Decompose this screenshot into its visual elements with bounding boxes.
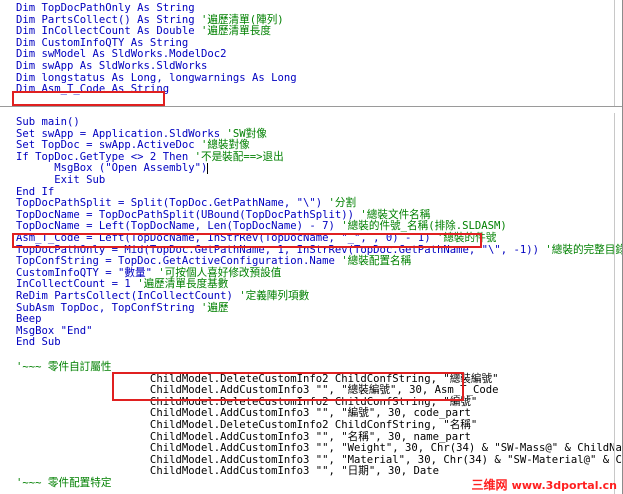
code-line[interactable]: If TopDoc.GetType <> 2 Then '不是裝配==>退出: [16, 151, 284, 163]
code-text: ChildModel.AddCustomInfo3 "", "Weight", …: [149, 442, 623, 455]
code-line[interactable]: TopDocPathSplit = Split(TopDoc.GetPathNa…: [16, 197, 356, 209]
code-text: Exit Sub: [16, 174, 106, 186]
scrollbar-edge: [614, 357, 615, 494]
code-line[interactable]: ChildModel.DeleteCustomInfo2 ChildConfSt…: [16, 419, 477, 431]
code-line[interactable]: End Sub: [16, 336, 61, 348]
code-comment: '~~~ 零件自訂屬性: [16, 361, 112, 373]
code-comment: '遍歷清單長度: [200, 25, 271, 38]
code-text: MsgBox "End": [16, 324, 93, 337]
code-line[interactable]: Dim InCollectCount As Double '遍歷清單長度: [16, 25, 271, 37]
scrollbar-edge: [614, 113, 615, 357]
code-text: SubAsm TopDoc, TopConfString: [16, 301, 201, 314]
code-line[interactable]: MsgBox ("Open Assembly"): [16, 162, 209, 175]
code-text: Set swApp = Application.SldWorks: [16, 127, 227, 140]
code-line[interactable]: CustomInfoQTY = "數量" '可按個人喜好修改預設值: [16, 267, 281, 279]
code-text: Sub main(): [16, 116, 80, 128]
code-text: CustomInfoQTY = "數量": [16, 266, 159, 279]
code-comment: '遍歷清單長度基數: [137, 278, 229, 291]
code-line[interactable]: ChildModel.AddCustomInfo3 "", "編號", 30, …: [16, 407, 471, 419]
code-text: ReDim PartsCollect(InCollectCount): [16, 290, 240, 302]
code-comment: '分割: [328, 197, 357, 210]
code-comment: 'SW對像: [226, 127, 267, 140]
code-line[interactable]: ChildModel.AddCustomInfo3 "", "Material"…: [16, 454, 623, 466]
code-line[interactable]: ChildModel.AddCustomInfo3 "", "日期", 30, …: [16, 465, 439, 477]
code-text: Set TopDoc = swApp.ActiveDoc: [16, 139, 201, 152]
code-text: Dim InCollectCount As Double: [16, 25, 201, 38]
code-comment: '遍歷清單(陣列): [200, 13, 284, 26]
highlight-custom-info-lines: [112, 372, 464, 401]
code-line[interactable]: Set swApp = Application.SldWorks 'SW對像: [16, 128, 267, 140]
code-comment: '總裝文件名稱: [360, 208, 431, 221]
code-line[interactable]: Dim PartsCollect() As String '遍歷清單(陣列): [16, 14, 284, 26]
code-line[interactable]: Set TopDoc = swApp.ActiveDoc '總裝對像: [16, 139, 250, 151]
code-comment: '可按個人喜好修改預設值: [158, 266, 282, 279]
code-line[interactable]: SubAsm TopDoc, TopConfString '遍歷: [16, 302, 229, 314]
code-text: ChildModel.AddCustomInfo3 "", "Material"…: [149, 453, 623, 466]
code-line[interactable]: '~~~ 零件配置特定: [16, 477, 111, 489]
code-text: End Sub: [16, 336, 61, 349]
code-line[interactable]: MsgBox "End": [16, 325, 93, 337]
code-line[interactable]: ChildModel.AddCustomInfo3 "", "名稱", 30, …: [16, 431, 471, 443]
code-comment: '~~~ 零件配置特定: [16, 477, 112, 489]
pane-divider: [0, 106, 623, 107]
scrollbar-edge: [614, 0, 615, 106]
code-text: ChildModel.AddCustomInfo3 "", "編號", 30, …: [16, 407, 471, 420]
code-text: Dim TopDocPathOnly As String: [16, 2, 195, 14]
code-line[interactable]: Beep: [16, 313, 42, 325]
watermark-cn: 三维网: [471, 478, 508, 492]
code-line[interactable]: TopDocName = Left(TopDocName, Len(TopDoc…: [16, 220, 507, 232]
code-comment: '總裝的件號_名稱(排除.SLDASM): [341, 220, 507, 233]
code-line[interactable]: Dim swModel As SldWorks.ModelDoc2: [16, 48, 226, 60]
code-text: Dim swModel As SldWorks.ModelDoc2: [16, 48, 227, 61]
code-text: Dim swApp As SldWorks.SldWorks: [16, 60, 208, 72]
code-line[interactable]: ChildModel.AddCustomInfo3 "", "Weight", …: [16, 442, 623, 454]
code-comment: '不是裝配==>退出: [194, 150, 284, 163]
code-text: Dim CustomInfoQTY As String: [16, 36, 189, 49]
code-text: MsgBox ("Open Assembly"): [16, 162, 208, 175]
code-line[interactable]: Dim CustomInfoQTY As String: [16, 37, 188, 49]
code-line[interactable]: '~~~ 零件自訂屬性: [16, 361, 111, 373]
highlight-asm-t-code-assignment: [12, 233, 482, 248]
code-text: If TopDoc.GetType <> 2 Then: [16, 150, 195, 163]
code-comment: '遍歷: [200, 301, 229, 314]
code-text: TopDocName = Left(TopDocName, Len(TopDoc…: [16, 220, 342, 233]
code-text: InCollectCount = 1: [16, 278, 138, 291]
code-comment: '定義陣列項數: [239, 290, 310, 302]
code-line[interactable]: InCollectCount = 1 '遍歷清單長度基數: [16, 278, 228, 290]
code-line[interactable]: TopConfString = TopDoc.GetActiveConfigur…: [16, 255, 411, 267]
code-text: Beep: [16, 313, 42, 326]
code-text: ChildModel.DeleteCustomInfo2 ChildConfSt…: [16, 419, 478, 431]
code-text: TopDocPathSplit = Split(TopDoc.GetPathNa…: [16, 197, 329, 210]
highlight-asm-t-code-declaration: [12, 91, 165, 106]
code-text: TopConfString = TopDoc.GetActiveConfigur…: [16, 255, 342, 268]
code-line[interactable]: End If: [16, 186, 54, 198]
watermark: 三维网 www.3dportal.cn: [471, 478, 617, 492]
code-comment: '總裝配置名稱: [341, 255, 412, 268]
code-line[interactable]: Dim TopDocPathOnly As String: [16, 2, 195, 14]
code-comment: '總裝的完整目錄: [545, 243, 623, 256]
code-text: Dim longstatus As Long, longwarnings As …: [16, 71, 297, 84]
code-line[interactable]: ReDim PartsCollect(InCollectCount) '定義陣列…: [16, 290, 309, 302]
code-line[interactable]: Sub main(): [16, 116, 80, 128]
code-text: ChildModel.AddCustomInfo3 "", "名稱", 30, …: [16, 430, 471, 443]
code-text: TopDocName = TopDocPathSplit(UBound(TopD…: [16, 208, 361, 221]
code-line[interactable]: TopDocName = TopDocPathSplit(UBound(TopD…: [16, 209, 430, 221]
code-line[interactable]: Exit Sub: [16, 174, 105, 186]
code-comment: '總裝對像: [200, 139, 250, 152]
text-cursor: [207, 162, 209, 174]
code-text: End If: [16, 185, 55, 198]
code-line[interactable]: Dim longstatus As Long, longwarnings As …: [16, 72, 297, 84]
code-text: Dim PartsCollect() As String: [16, 13, 201, 26]
code-line[interactable]: Dim swApp As SldWorks.SldWorks: [16, 60, 207, 72]
watermark-url: www.3dportal.cn: [511, 479, 617, 492]
code-text: ChildModel.AddCustomInfo3 "", "日期", 30, …: [16, 465, 439, 478]
